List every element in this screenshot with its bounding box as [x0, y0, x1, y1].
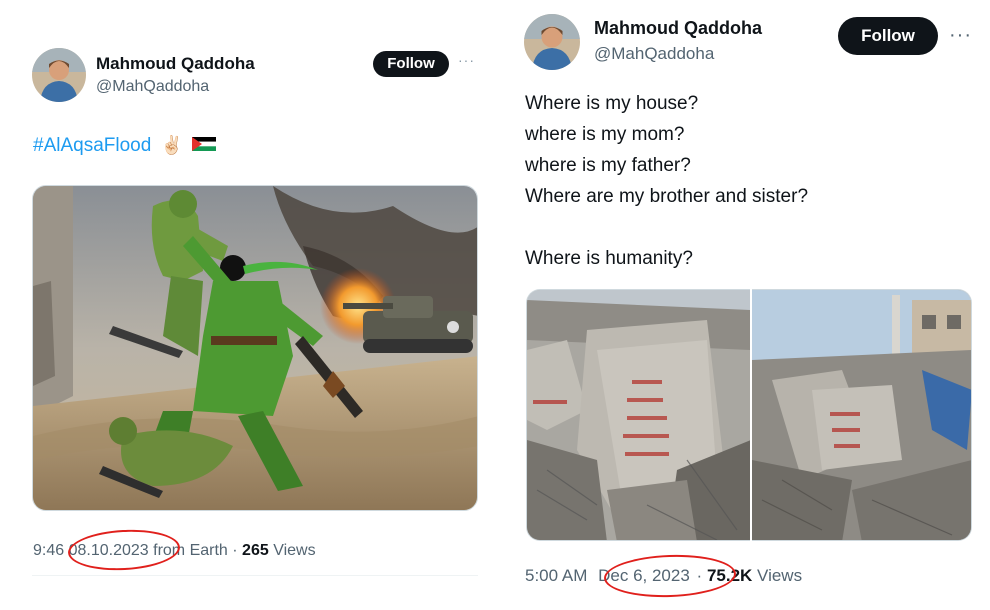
- tweet-image-rubble-left[interactable]: [526, 289, 750, 541]
- text-line: [525, 212, 808, 243]
- views-label: Views: [757, 566, 803, 585]
- date-highlight-circle: [603, 552, 737, 600]
- display-name[interactable]: Mahmoud Qaddoha: [96, 54, 255, 74]
- follow-button[interactable]: Follow: [838, 17, 938, 55]
- hashtag-text[interactable]: #AlAqsaFlood: [33, 135, 151, 156]
- follow-button[interactable]: Follow: [373, 51, 449, 77]
- more-options-icon[interactable]: ···: [949, 24, 972, 47]
- handle[interactable]: @MahQaddoha: [594, 44, 714, 64]
- date-highlight-circle: [67, 527, 181, 573]
- tweet-time[interactable]: 9:46: [33, 542, 64, 559]
- tweet-right: Mahmoud Qaddoha @MahQaddoha Follow ··· W…: [500, 0, 990, 610]
- divider: [32, 575, 478, 576]
- text-line: where is my mom?: [525, 124, 685, 145]
- avatar[interactable]: [524, 14, 580, 70]
- hashtag-link[interactable]: #AlAqsaFlood ✌🏻: [33, 135, 217, 157]
- views-count: 265: [242, 542, 269, 559]
- more-options-icon[interactable]: ···: [458, 52, 475, 68]
- victory-hand-emoji: ✌🏻: [160, 135, 183, 156]
- views-label: Views: [273, 542, 316, 559]
- palestine-flag-icon: [192, 135, 217, 157]
- avatar[interactable]: [32, 48, 86, 102]
- tweet-image-rubble-right[interactable]: [752, 289, 972, 541]
- tweet-left: Mahmoud Qaddoha @MahQaddoha Follow ··· #…: [0, 0, 495, 610]
- handle[interactable]: @MahQaddoha: [96, 78, 209, 96]
- tweet-image-illustration[interactable]: [32, 185, 478, 511]
- tweet-time[interactable]: 5:00 AM: [525, 566, 587, 585]
- tweet-text: Where is my house? where is my mom? wher…: [525, 88, 808, 274]
- text-line: Where is humanity?: [525, 248, 693, 269]
- text-line: Where are my brother and sister?: [525, 186, 809, 207]
- display-name[interactable]: Mahmoud Qaddoha: [594, 18, 762, 39]
- text-line: where is my father?: [525, 155, 691, 176]
- text-line: Where is my house?: [525, 93, 699, 114]
